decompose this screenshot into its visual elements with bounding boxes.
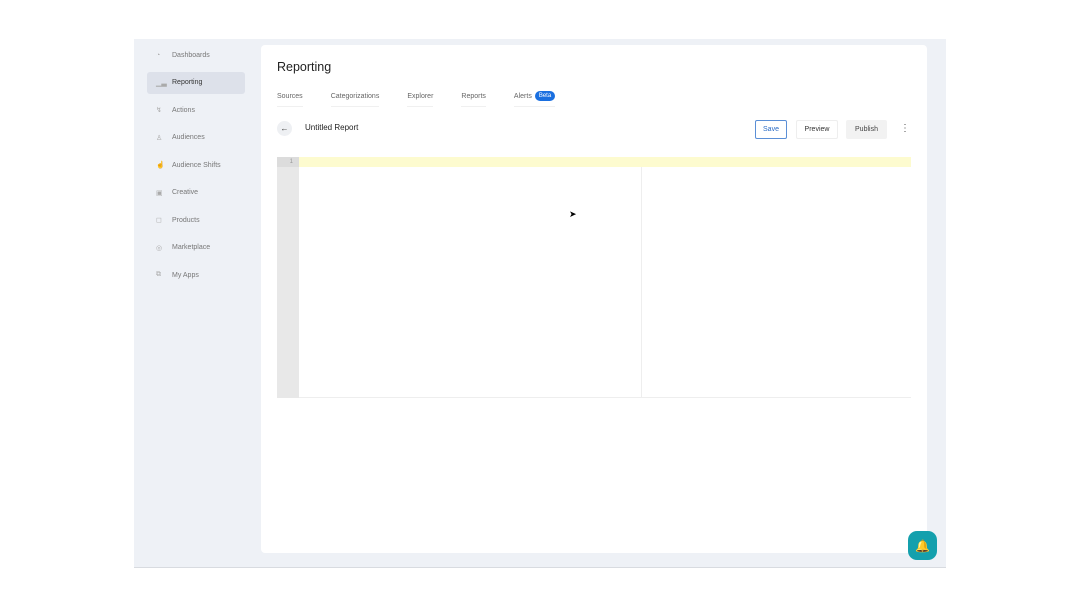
- tab-sources[interactable]: Sources: [277, 91, 303, 107]
- sidebar-item-label: Products: [172, 217, 200, 224]
- dashboard-icon: ◔: [156, 52, 170, 59]
- sidebar-item-label: Actions: [172, 107, 195, 114]
- sidebar-item-label: Dashboards: [172, 52, 210, 59]
- marketplace-icon: ◎: [156, 244, 170, 252]
- beta-badge: Beta: [535, 91, 555, 101]
- tab-categorizations[interactable]: Categorizations: [331, 91, 380, 107]
- line-gutter: [277, 157, 299, 398]
- arrow-left-icon: ←: [281, 124, 289, 133]
- sidebar-item-products[interactable]: ◻Products: [147, 209, 245, 231]
- active-line[interactable]: [299, 157, 911, 167]
- sidebar-item-label: Marketplace: [172, 244, 210, 251]
- bell-icon: 🔔: [915, 539, 930, 553]
- code-editor[interactable]: 1: [277, 157, 911, 398]
- sidebar-item-label: Creative: [172, 189, 198, 196]
- app-frame: ◔Dashboards ▁▃Reporting ↯Actions ♙Audien…: [134, 39, 946, 568]
- tab-bar: Sources Categorizations Explorer Reports…: [277, 91, 583, 107]
- bag-icon: ◻: [156, 216, 170, 224]
- main-card: Reporting Sources Categorizations Explor…: [261, 45, 927, 553]
- sidebar: ◔Dashboards ▁▃Reporting ↯Actions ♙Audien…: [147, 39, 245, 292]
- page-title: Reporting: [277, 60, 331, 74]
- tab-reports[interactable]: Reports: [461, 91, 486, 107]
- line-number: 1: [277, 157, 299, 167]
- tab-explorer[interactable]: Explorer: [407, 91, 433, 107]
- sidebar-item-audience-shifts[interactable]: ☝Audience Shifts: [147, 154, 245, 176]
- sidebar-item-dashboards[interactable]: ◔Dashboards: [147, 44, 245, 66]
- sidebar-item-audiences[interactable]: ♙Audiences: [147, 127, 245, 149]
- sidebar-item-label: Audiences: [172, 134, 205, 141]
- chart-icon: ▁▃: [156, 79, 170, 87]
- sidebar-item-actions[interactable]: ↯Actions: [147, 99, 245, 121]
- sidebar-item-label: My Apps: [172, 272, 199, 279]
- more-options-icon[interactable]: ⋮: [900, 123, 910, 134]
- audience-icon: ♙: [156, 134, 170, 142]
- preview-button[interactable]: Preview: [796, 120, 838, 139]
- image-icon: ▣: [156, 189, 170, 197]
- sidebar-item-my-apps[interactable]: ⧉My Apps: [147, 264, 245, 286]
- report-name[interactable]: Untitled Report: [305, 123, 358, 132]
- notification-button[interactable]: 🔔: [908, 531, 937, 560]
- mouse-cursor-icon: ➤: [569, 209, 577, 220]
- sidebar-item-creative[interactable]: ▣Creative: [147, 182, 245, 204]
- thumb-icon: ☝: [156, 161, 170, 169]
- tab-alerts[interactable]: AlertsBeta: [514, 91, 555, 107]
- sidebar-item-label: Reporting: [172, 79, 202, 86]
- pane-divider[interactable]: [641, 167, 642, 398]
- tab-label: Alerts: [514, 93, 532, 100]
- sidebar-item-label: Audience Shifts: [172, 162, 221, 169]
- apps-icon: ⧉: [156, 271, 170, 279]
- back-button[interactable]: ←: [277, 121, 292, 136]
- sidebar-item-marketplace[interactable]: ◎Marketplace: [147, 237, 245, 259]
- actions-icon: ↯: [156, 106, 170, 114]
- sidebar-item-reporting[interactable]: ▁▃Reporting: [147, 72, 245, 94]
- save-button[interactable]: Save: [755, 120, 787, 139]
- publish-button[interactable]: Publish: [846, 120, 887, 139]
